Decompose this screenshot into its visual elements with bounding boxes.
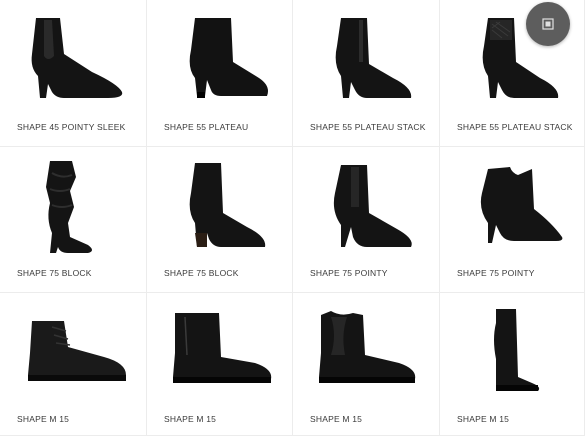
product-name[interactable]: SHAPE 75 POINTY [310,268,388,278]
boot-image [189,18,268,98]
product-name[interactable]: SHAPE M 15 [310,414,362,424]
product-card[interactable]: SHAPE 75 POINTY [440,147,585,293]
product-card[interactable]: SHAPE 75 BLOCK [0,147,147,293]
boot-image [319,311,416,383]
product-name[interactable]: SHAPE 75 BLOCK [164,268,239,278]
boot-image [189,163,266,247]
product-name[interactable]: SHAPE 55 PLATEAU [164,122,248,132]
product-name[interactable]: SHAPE M 15 [164,414,216,424]
compare-icon [542,18,554,30]
product-card[interactable]: SHAPE 55 PLATEAU STACK [293,0,440,147]
product-card[interactable]: SHAPE M 15 [0,293,147,436]
boot-image [494,309,540,391]
boot-image [173,313,272,383]
product-card[interactable]: SHAPE M 15 [293,293,440,436]
boot-image [28,321,126,381]
compare-button[interactable] [526,2,570,46]
product-card[interactable]: SHAPE M 15 [147,293,293,436]
boot-image [480,167,563,243]
product-card[interactable]: SHAPE M 15 [440,293,585,436]
product-name[interactable]: SHAPE 45 POINTY SLEEK [17,122,125,132]
product-name[interactable]: SHAPE 55 PLATEAU STACK [310,122,426,132]
product-name[interactable]: SHAPE 55 PLATEAU STACK [457,122,573,132]
product-name[interactable]: SHAPE 75 BLOCK [17,268,92,278]
product-name[interactable]: SHAPE 75 POINTY [457,268,535,278]
product-card[interactable]: SHAPE 75 POINTY [293,147,440,293]
product-name[interactable]: SHAPE M 15 [457,414,509,424]
boot-image [335,18,412,98]
product-name[interactable]: SHAPE M 15 [17,414,69,424]
product-grid: SHAPE 45 POINTY SLEEK SHAPE 55 PLATEAU S… [0,0,585,436]
product-card[interactable]: SHAPE 45 POINTY SLEEK [0,0,147,147]
boot-image [31,18,123,98]
product-card[interactable]: SHAPE 75 BLOCK [147,147,293,293]
boot-image [333,165,412,247]
boot-image [46,161,92,253]
product-card[interactable]: SHAPE 55 PLATEAU [147,0,293,147]
